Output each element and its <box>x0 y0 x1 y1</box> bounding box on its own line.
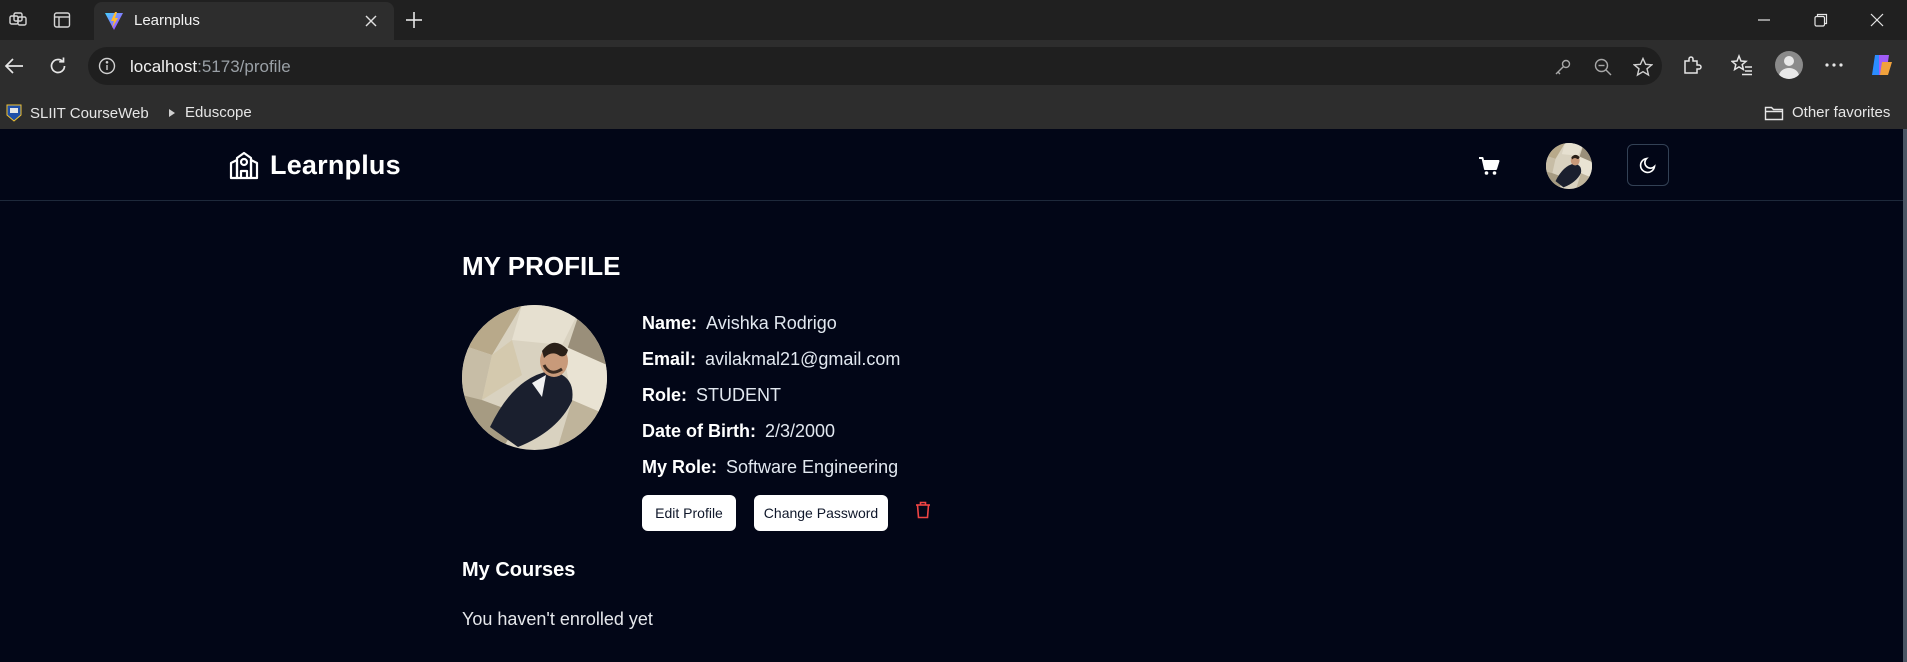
page-content: Learnplus MY PROFILE Name: Avishka Rodri… <box>0 129 1907 662</box>
copilot-icon[interactable] <box>1864 48 1898 82</box>
folder-icon <box>1764 106 1784 120</box>
sliit-favicon-icon <box>6 104 22 122</box>
brand-name: Learnplus <box>270 149 401 180</box>
password-key-icon[interactable] <box>1552 56 1574 78</box>
profile-avatar-icon <box>1775 51 1803 79</box>
tab-actions-icon[interactable] <box>50 8 74 32</box>
minimize-icon[interactable] <box>1744 8 1784 32</box>
edit-profile-button[interactable]: Edit Profile <box>642 495 736 531</box>
close-tab-icon[interactable] <box>360 10 382 32</box>
vite-favicon-icon <box>105 12 123 30</box>
moon-icon <box>1639 157 1656 174</box>
zoom-out-icon[interactable] <box>1592 56 1614 78</box>
cart-icon[interactable] <box>1478 155 1500 177</box>
tab-title: Learnplus <box>134 12 200 29</box>
other-favorites[interactable]: Other favorites <box>1764 104 1890 121</box>
field-email: Email: avilakmal21@gmail.com <box>642 348 901 369</box>
more-options-icon[interactable] <box>1817 48 1851 82</box>
theme-toggle-button[interactable] <box>1627 144 1669 186</box>
play-arrow-icon <box>169 108 175 117</box>
bookmark-sliit[interactable]: SLIIT CourseWeb <box>6 104 149 122</box>
browser-tab-strip: Learnplus <box>0 0 1907 40</box>
close-window-icon[interactable] <box>1857 8 1897 32</box>
my-courses-heading: My Courses <box>462 559 576 581</box>
address-bar[interactable]: localhost:5173/profile <box>88 47 1662 85</box>
delete-account-icon[interactable] <box>912 499 934 521</box>
new-tab-icon[interactable] <box>402 8 426 32</box>
field-name: Name: Avishka Rodrigo <box>642 312 837 333</box>
browser-toolbar: localhost:5173/profile SLIIT CourseWeb E… <box>0 40 1907 136</box>
page-scrollbar[interactable] <box>1903 129 1907 662</box>
extensions-icon[interactable] <box>1675 48 1709 82</box>
refresh-icon[interactable] <box>44 52 72 80</box>
profile-details: Name: Avishka Rodrigo Email: avilakmal21… <box>642 305 900 485</box>
school-icon <box>229 151 259 180</box>
page-title: MY PROFILE <box>462 251 621 281</box>
empty-courses-message: You haven't enrolled yet <box>462 609 653 629</box>
field-date-of-birth: Date of Birth: 2/3/2000 <box>642 420 836 441</box>
field-my-role: My Role: Software Engineering <box>642 456 899 477</box>
favorite-star-icon[interactable] <box>1632 56 1654 78</box>
brand-logo[interactable]: Learnplus <box>228 149 401 181</box>
change-password-button[interactable]: Change Password <box>754 495 888 531</box>
workspaces-icon[interactable] <box>6 8 30 32</box>
url-text: localhost:5173/profile <box>130 57 291 76</box>
bookmark-eduscope[interactable]: Eduscope <box>167 104 252 121</box>
site-info-icon[interactable] <box>98 57 116 75</box>
restore-icon[interactable] <box>1801 8 1841 32</box>
profile-button[interactable] <box>1772 48 1806 82</box>
favorites-icon[interactable] <box>1725 48 1759 82</box>
profile-photo <box>462 305 607 450</box>
app-navbar: Learnplus <box>0 129 1907 201</box>
back-icon[interactable] <box>0 52 28 80</box>
field-role: Role: STUDENT <box>642 384 781 405</box>
browser-tab-active[interactable]: Learnplus <box>94 2 394 40</box>
user-avatar[interactable] <box>1546 143 1592 189</box>
